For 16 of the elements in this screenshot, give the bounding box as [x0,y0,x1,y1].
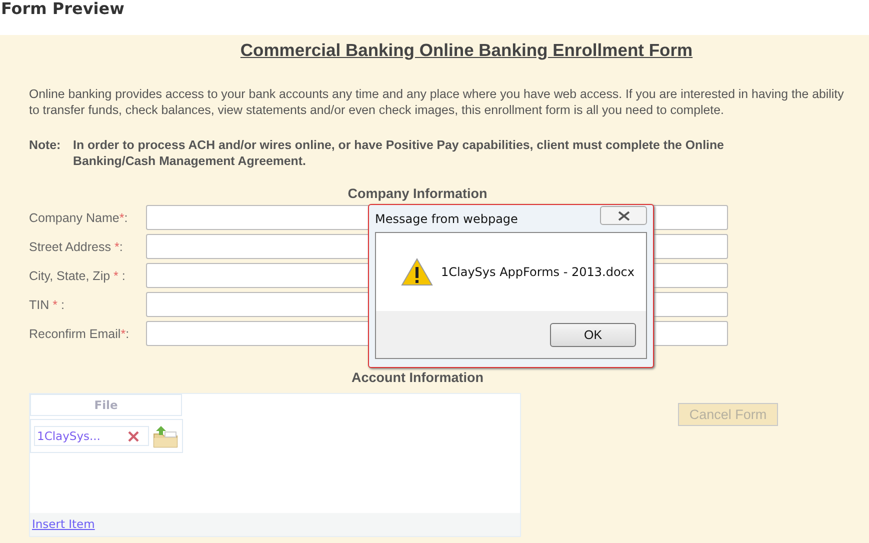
dialog-message: 1ClaySys AppForms - 2013.docx [441,265,634,279]
field-label: Reconfirm Email*: [29,326,130,340]
column-header: File [30,394,182,416]
field-label: City, State, Zip * : [29,268,126,282]
field-label: Company Name*: [29,210,129,224]
note-text: In order to process ACH and/or wires online, or have Positive Pay capabilities, client must complete the Online Banking/Cash Management Agreement. [73,137,725,169]
intro-text: Online banking provides access to your bank accounts any time and any place where you have web access. If you are interested in having the ability [29,86,844,102]
dialog-title: Message from webpage [375,212,518,226]
note-label: Note: [29,137,62,154]
field-label: TIN * : [29,298,66,312]
section-heading: Account Information [352,370,484,385]
page-title: Form Preview [0,0,126,20]
intro-text: to transfer funds, check balances, view statements and/or even check images, this enrollment form is all you need to complete. [29,102,724,118]
form-title: Commercial Banking Online Banking Enrollment Form [240,39,693,61]
field-label: Street Address *: [29,240,124,254]
section-heading: Company Information [348,186,488,201]
